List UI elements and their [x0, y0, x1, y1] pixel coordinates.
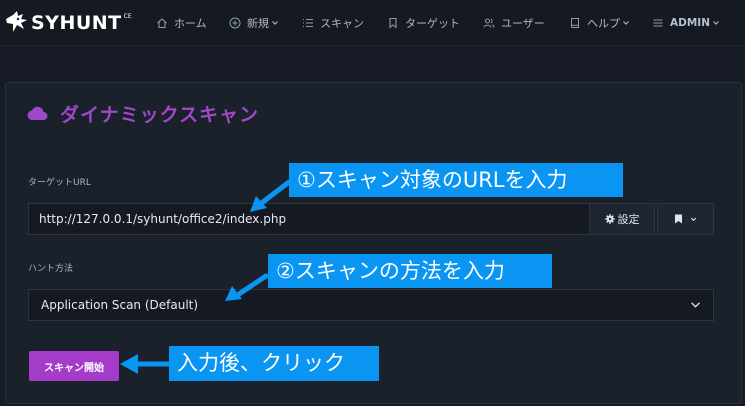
card-header: ダイナミックスキャン [26, 99, 259, 127]
chevron-down-icon [623, 21, 629, 25]
gear-icon [604, 214, 615, 224]
nav-admin-label: ADMIN [670, 17, 710, 29]
callout-step2: ②スキャンの方法を入力 [268, 254, 552, 288]
nav-targets[interactable]: ターゲット [387, 14, 460, 32]
nav-users-label: ユーザー [501, 17, 545, 30]
chevron-down-icon [272, 21, 278, 25]
bookmark-icon [389, 17, 397, 29]
chevron-down-icon [690, 217, 697, 221]
start-scan-button[interactable]: スキャン開始 [29, 351, 119, 381]
nav-scans[interactable]: スキャン [302, 14, 364, 32]
home-icon [157, 18, 167, 29]
arrow-step1-icon [250, 179, 292, 212]
wolf-logo-icon [6, 11, 27, 32]
settings-button-label: 設定 [617, 213, 640, 226]
nav-home[interactable]: ホーム [156, 14, 207, 32]
nav-new[interactable]: 新規 [229, 14, 279, 32]
nav-users[interactable]: ユーザー [483, 14, 545, 32]
callout-step3: 入力後、クリック [169, 346, 379, 381]
nav-admin[interactable]: ADMIN [652, 14, 720, 32]
menu-icon [653, 19, 663, 27]
arrow-step2-icon [225, 273, 269, 301]
users-icon [483, 18, 495, 28]
target-url-row: 設定 [28, 203, 714, 235]
chevron-down-icon [713, 21, 719, 25]
book-icon [571, 18, 579, 28]
nav-help[interactable]: ヘルプ [569, 14, 630, 32]
target-url-label: ターゲットURL [28, 178, 91, 188]
list-icon [303, 18, 313, 28]
syhunt-logo[interactable]: SYHUNT CE [4, 9, 132, 37]
settings-button[interactable]: 設定 [589, 203, 655, 235]
plus-circle-icon [229, 17, 241, 29]
nav-home-label: ホーム [174, 17, 207, 30]
target-url-input[interactable] [28, 203, 589, 235]
callout-step1: ①スキャン対象のURLを入力 [289, 163, 623, 197]
cloud-icon [27, 106, 48, 120]
nav-targets-label: ターゲット [405, 17, 460, 30]
arrow-step3-icon [120, 354, 173, 374]
page-title: ダイナミックスキャン [60, 103, 260, 126]
logo-text: SYHUNT [31, 12, 122, 34]
nav-help-label: ヘルプ [587, 17, 620, 30]
bookmark-dropdown-button[interactable] [657, 203, 714, 235]
hunt-method-select[interactable]: Application Scan (Default) [28, 289, 714, 321]
top-navbar: SYHUNT CE ホーム 新規 スキャン ターゲット ユーザー ヘルプ ADM… [0, 0, 745, 46]
logo-edition: CE [123, 13, 132, 20]
chevron-down-icon [691, 302, 700, 308]
nav-scans-label: スキャン [320, 17, 364, 30]
nav-new-label: 新規 [247, 17, 269, 30]
hunt-method-label: ハント方法 [28, 264, 74, 274]
hunt-method-value: Application Scan (Default) [41, 298, 199, 312]
bookmark-icon [675, 214, 682, 224]
